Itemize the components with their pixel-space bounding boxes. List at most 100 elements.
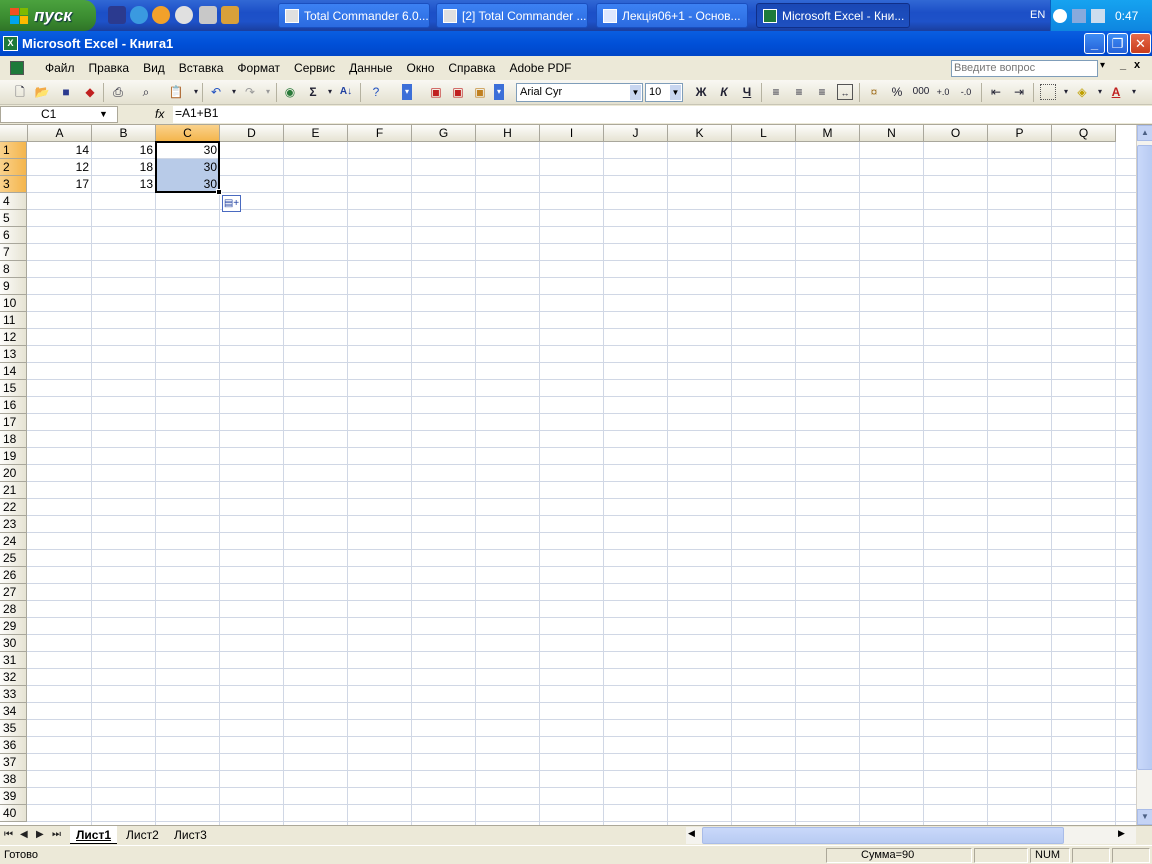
row-header-9[interactable]: 9	[0, 278, 27, 295]
cell-a2[interactable]: 12	[28, 159, 91, 176]
hyperlink-icon[interactable]: ◉	[282, 84, 298, 100]
column-header-q[interactable]: Q	[1052, 125, 1116, 142]
minimize-button[interactable]: _	[1084, 33, 1105, 54]
clock[interactable]: 0:47	[1115, 9, 1138, 23]
column-header-h[interactable]: H	[476, 125, 540, 142]
row-header-29[interactable]: 29	[0, 618, 27, 635]
font-color-icon[interactable]: A	[1108, 84, 1124, 100]
menu-window[interactable]: Окно	[399, 57, 441, 79]
last-sheet-icon[interactable]: ⏭	[52, 829, 61, 840]
row-header-38[interactable]: 38	[0, 771, 27, 788]
merge-center-icon[interactable]: ↔	[837, 84, 853, 100]
formula-input[interactable]: =A1+B1	[173, 106, 1152, 123]
chevron-down-icon[interactable]: ▼	[670, 85, 681, 100]
row-header-10[interactable]: 10	[0, 295, 27, 312]
column-header-f[interactable]: F	[348, 125, 412, 142]
chevron-down-icon[interactable]: ▼	[99, 107, 108, 122]
align-left-icon[interactable]: ≡	[768, 84, 784, 100]
column-header-a[interactable]: A	[28, 125, 92, 142]
cell-b2[interactable]: 18	[92, 159, 155, 176]
row-header-40[interactable]: 40	[0, 805, 27, 822]
scroll-up-icon[interactable]: ▲	[1137, 125, 1152, 141]
row-header-32[interactable]: 32	[0, 669, 27, 686]
row-header-39[interactable]: 39	[0, 788, 27, 805]
menu-help[interactable]: Справка	[441, 57, 502, 79]
row-header-30[interactable]: 30	[0, 635, 27, 652]
increase-indent-icon[interactable]: ⇥	[1011, 84, 1027, 100]
italic-button[interactable]: К	[716, 84, 732, 100]
redo-dropdown-icon[interactable]: ▾	[260, 84, 276, 100]
vertical-scroll-thumb[interactable]	[1137, 145, 1152, 770]
quicklaunch-floppy-icon[interactable]	[108, 6, 126, 24]
tray-expand-icon[interactable]	[1053, 8, 1067, 23]
taskbar-window-excel[interactable]: Microsoft Excel - Кни...	[756, 3, 910, 28]
scroll-left-icon[interactable]: ◀	[688, 828, 695, 839]
row-header-36[interactable]: 36	[0, 737, 27, 754]
sheet-tab-3[interactable]: Лист3	[168, 826, 213, 844]
row-header-8[interactable]: 8	[0, 261, 27, 278]
bold-button[interactable]: Ж	[693, 84, 709, 100]
decrease-decimal-icon[interactable]: -.0	[958, 84, 974, 100]
toolbar-options-icon[interactable]: ▾	[402, 84, 412, 100]
tray-app-icon[interactable]	[1091, 8, 1105, 23]
quicklaunch-browser-icon[interactable]	[175, 6, 193, 24]
column-header-n[interactable]: N	[860, 125, 924, 142]
doc-minimize-button[interactable]: _	[1120, 59, 1126, 71]
convert-to-pdf-icon[interactable]: ▣	[428, 84, 444, 100]
horizontal-scrollbar[interactable]: ◀ ▶	[686, 827, 1136, 844]
row-header-16[interactable]: 16	[0, 397, 27, 414]
column-header-k[interactable]: K	[668, 125, 732, 142]
vertical-scrollbar[interactable]: ▲ ▼	[1136, 125, 1152, 825]
column-header-l[interactable]: L	[732, 125, 796, 142]
row-header-23[interactable]: 23	[0, 516, 27, 533]
currency-icon[interactable]: ¤	[866, 84, 882, 100]
scroll-right-icon[interactable]: ▶	[1118, 828, 1125, 839]
autosum-dropdown-icon[interactable]: ▾	[322, 84, 338, 100]
row-header-11[interactable]: 11	[0, 312, 27, 329]
thousands-button[interactable]: 000	[910, 84, 932, 100]
row-header-22[interactable]: 22	[0, 499, 27, 516]
quicklaunch-app-icon[interactable]	[221, 6, 239, 24]
permission-icon[interactable]: ◆	[82, 84, 98, 100]
cell-b3[interactable]: 13	[92, 176, 155, 193]
convert-and-email-icon[interactable]: ▣	[450, 84, 466, 100]
menu-edit[interactable]: Правка	[82, 57, 137, 79]
menu-tools[interactable]: Сервис	[287, 57, 342, 79]
cell-b1[interactable]: 16	[92, 142, 155, 159]
start-button[interactable]: пуск	[0, 0, 96, 31]
row-header-21[interactable]: 21	[0, 482, 27, 499]
row-header-17[interactable]: 17	[0, 414, 27, 431]
column-header-g[interactable]: G	[412, 125, 476, 142]
borders-icon[interactable]	[1040, 84, 1056, 100]
insert-function-button[interactable]: fx	[155, 107, 164, 121]
print-icon[interactable]: ⎙	[110, 84, 126, 100]
underline-button[interactable]: Ч	[739, 84, 755, 100]
increase-decimal-icon[interactable]: +.0	[935, 84, 951, 100]
language-indicator[interactable]: EN	[1030, 9, 1045, 21]
menu-format[interactable]: Формат	[230, 57, 287, 79]
row-header-35[interactable]: 35	[0, 720, 27, 737]
row-header-26[interactable]: 26	[0, 567, 27, 584]
menu-view[interactable]: Вид	[136, 57, 172, 79]
column-header-o[interactable]: O	[924, 125, 988, 142]
workbook-icon[interactable]	[10, 61, 24, 75]
chevron-down-icon[interactable]: ▼	[630, 85, 641, 100]
column-header-c[interactable]: C	[156, 125, 220, 142]
percent-button[interactable]: %	[889, 84, 905, 100]
font-size-select[interactable]: 10 ▼	[645, 83, 683, 102]
align-center-icon[interactable]: ≡	[791, 84, 807, 100]
restore-button[interactable]: ❐	[1107, 33, 1128, 54]
row-header-24[interactable]: 24	[0, 533, 27, 550]
row-header-13[interactable]: 13	[0, 346, 27, 363]
save-icon[interactable]: ■	[58, 84, 74, 100]
quicklaunch-ie-icon[interactable]	[130, 6, 148, 24]
column-header-p[interactable]: P	[988, 125, 1052, 142]
row-header-33[interactable]: 33	[0, 686, 27, 703]
menu-data[interactable]: Данные	[342, 57, 399, 79]
select-all-corner[interactable]	[0, 125, 28, 142]
row-header-28[interactable]: 28	[0, 601, 27, 618]
fill-color-dropdown-icon[interactable]: ▾	[1092, 84, 1108, 100]
sheet-tab-2[interactable]: Лист2	[120, 826, 165, 844]
menu-insert[interactable]: Вставка	[172, 57, 231, 79]
column-header-i[interactable]: I	[540, 125, 604, 142]
